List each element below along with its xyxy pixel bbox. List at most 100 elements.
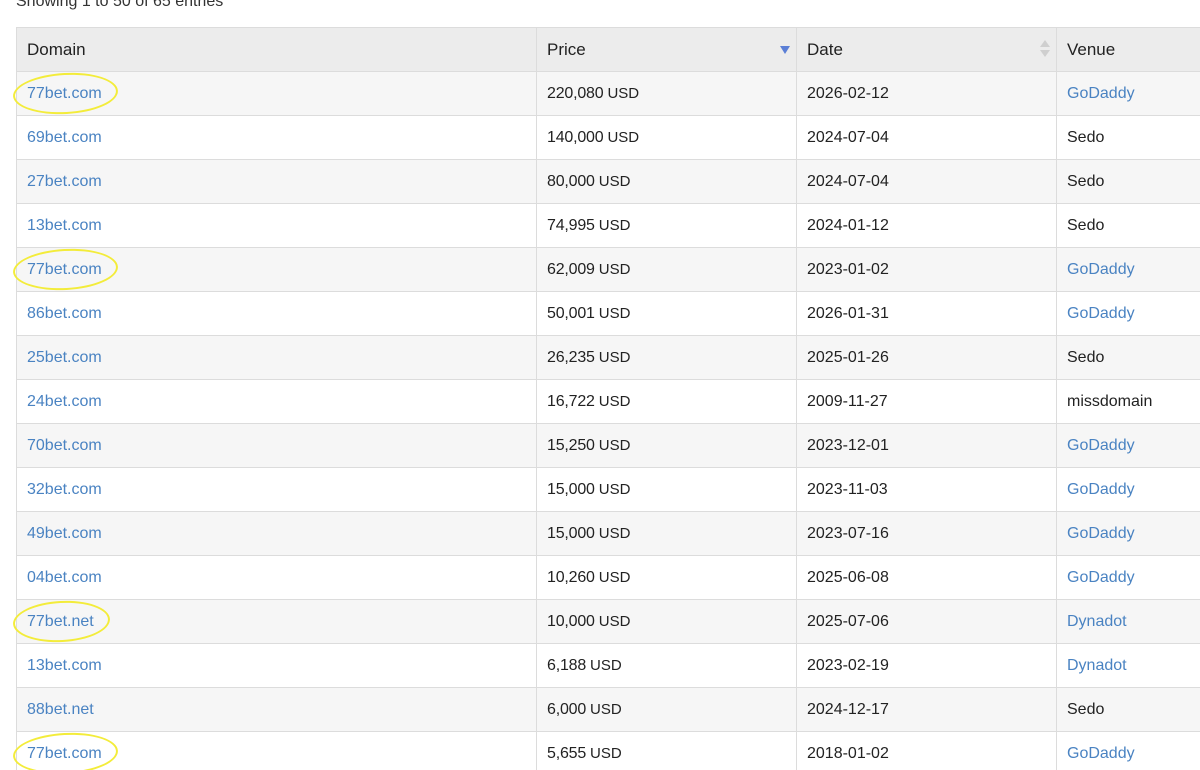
domain-link[interactable]: 27bet.com	[27, 173, 102, 190]
domain-link[interactable]: 25bet.com	[27, 349, 102, 366]
price-value: 74,995	[547, 216, 595, 234]
cell-date: 2026-02-12	[796, 71, 1057, 116]
venue-link[interactable]: GoDaddy	[1067, 305, 1135, 322]
price-value: 50,001	[547, 304, 595, 322]
cell-price: 74,995 USD	[536, 203, 797, 248]
cell-date: 2025-01-26	[796, 335, 1057, 380]
cell-venue: GoDaddy	[1056, 555, 1200, 600]
domain-link[interactable]: 70bet.com	[27, 437, 102, 454]
cell-domain: 77bet.com	[16, 247, 537, 292]
cell-domain: 32bet.com	[16, 467, 537, 512]
price-currency: USD	[598, 172, 631, 190]
price-currency: USD	[598, 436, 631, 454]
price-currency: USD	[590, 744, 622, 762]
cell-venue: missdomain	[1056, 379, 1200, 424]
price-value: 6,188	[547, 656, 587, 674]
venue-text: Sedo	[1067, 216, 1105, 234]
price-value: 6,000	[547, 700, 587, 718]
cell-price: 140,000 USD	[536, 115, 797, 160]
venue-link[interactable]: Dynadot	[1067, 613, 1127, 630]
price-value: 15,000	[547, 524, 595, 542]
domain-link[interactable]: 77bet.net	[27, 613, 94, 630]
venue-link[interactable]: GoDaddy	[1067, 525, 1135, 542]
domain-link[interactable]: 49bet.com	[27, 525, 102, 542]
venue-link[interactable]: GoDaddy	[1067, 261, 1135, 278]
cell-price: 5,655 USD	[536, 731, 797, 770]
price-value: 220,080	[547, 84, 604, 102]
venue-link[interactable]: GoDaddy	[1067, 745, 1135, 762]
price-currency: USD	[598, 480, 631, 498]
cell-date: 2024-07-04	[796, 115, 1057, 160]
domain-link[interactable]: 13bet.com	[27, 217, 102, 234]
domain-link[interactable]: 77bet.com	[27, 85, 102, 102]
cell-date: 2025-07-06	[796, 599, 1057, 644]
domain-link[interactable]: 88bet.net	[27, 701, 94, 718]
price-currency: USD	[598, 392, 631, 410]
cell-domain: 69bet.com	[16, 115, 537, 160]
cell-date: 2018-01-02	[796, 731, 1057, 770]
price-currency: USD	[598, 348, 631, 366]
domain-link[interactable]: 69bet.com	[27, 129, 102, 146]
venue-link[interactable]: GoDaddy	[1067, 437, 1135, 454]
venue-text: missdomain	[1067, 392, 1153, 410]
venue-text: Sedo	[1067, 172, 1105, 190]
table-container: Domain Price Date Venue 77bet.com220,08	[16, 27, 1200, 770]
cell-price: 10,000 USD	[536, 599, 797, 644]
cell-venue: Sedo	[1056, 687, 1200, 732]
cell-domain: 70bet.com	[16, 423, 537, 468]
domain-link[interactable]: 77bet.com	[27, 745, 102, 762]
price-value: 15,250	[547, 436, 595, 454]
price-value: 26,235	[547, 348, 595, 366]
sort-both-icon	[1040, 40, 1050, 58]
price-currency: USD	[598, 524, 631, 542]
table-row: 77bet.com 62,009 USD 2023-01-02 GoDaddy	[16, 247, 1200, 292]
column-header-label: Price	[547, 39, 586, 59]
column-header-date[interactable]: Date	[796, 27, 1057, 72]
table-row: 24bet.com 16,722 USD 2009-11-27 missdomain	[16, 379, 1200, 424]
cell-price: 62,009 USD	[536, 247, 797, 292]
cell-venue: GoDaddy	[1056, 511, 1200, 556]
cell-price: 6,000 USD	[536, 687, 797, 732]
domain-link[interactable]: 13bet.com	[27, 657, 102, 674]
price-value: 140,000	[547, 128, 604, 146]
table-body: 77bet.com 220,080 USD 2026-02-12 GoDaddy 69be…	[16, 71, 1200, 770]
venue-text: Sedo	[1067, 348, 1105, 366]
cell-venue: GoDaddy	[1056, 731, 1200, 770]
table-row: 25bet.com 26,235 USD 2025-01-26 Sedo	[16, 335, 1200, 380]
cell-date: 2023-07-16	[796, 511, 1057, 556]
table-row: 04bet.com 10,260 USD 2025-06-08 GoDaddy	[16, 555, 1200, 600]
price-currency: USD	[598, 260, 631, 278]
venue-link[interactable]: Dynadot	[1067, 657, 1127, 674]
column-header-price[interactable]: Price	[536, 27, 797, 72]
cell-venue: Sedo	[1056, 203, 1200, 248]
column-header-domain[interactable]: Domain	[16, 27, 537, 72]
venue-text: Sedo	[1067, 700, 1105, 718]
domain-link[interactable]: 24bet.com	[27, 393, 102, 410]
cell-date: 2024-01-12	[796, 203, 1057, 248]
domain-link[interactable]: 77bet.com	[27, 261, 102, 278]
price-currency: USD	[607, 128, 640, 146]
cell-date: 2024-07-04	[796, 159, 1057, 204]
cell-date: 2009-11-27	[796, 379, 1057, 424]
cell-price: 15,000 USD	[536, 511, 797, 556]
venue-link[interactable]: GoDaddy	[1067, 481, 1135, 498]
venue-link[interactable]: GoDaddy	[1067, 569, 1135, 586]
cell-venue: GoDaddy	[1056, 71, 1200, 116]
cell-domain: 86bet.com	[16, 291, 537, 336]
column-header-label: Domain	[27, 39, 86, 59]
column-header-venue[interactable]: Venue	[1056, 27, 1200, 72]
table-row: 27bet.com 80,000 USD 2024-07-04 Sedo	[16, 159, 1200, 204]
cell-date: 2025-06-08	[796, 555, 1057, 600]
cell-venue: GoDaddy	[1056, 247, 1200, 292]
domain-link[interactable]: 04bet.com	[27, 569, 102, 586]
price-value: 80,000	[547, 172, 595, 190]
price-currency: USD	[598, 216, 631, 234]
table-info: Showing 1 to 50 of 65 entries	[16, 0, 224, 10]
domain-link[interactable]: 32bet.com	[27, 481, 102, 498]
cell-domain: 04bet.com	[16, 555, 537, 600]
venue-link[interactable]: GoDaddy	[1067, 85, 1135, 102]
cell-price: 16,722 USD	[536, 379, 797, 424]
domain-link[interactable]: 86bet.com	[27, 305, 102, 322]
table-row: 77bet.com 5,655 USD 2018-01-02 GoDaddy	[16, 731, 1200, 770]
cell-domain: 77bet.com	[16, 71, 537, 116]
